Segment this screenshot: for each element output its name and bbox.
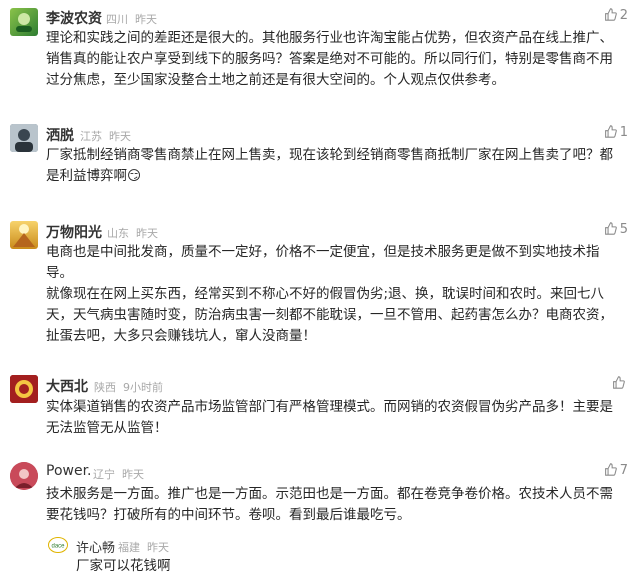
location: 四川	[106, 13, 128, 26]
like-count: 5	[619, 222, 628, 237]
thumbs-up-icon	[613, 376, 625, 389]
comment-meta: 辽宁 昨天	[93, 466, 144, 482]
thumbs-up-icon	[604, 222, 617, 235]
text-line: 是利益博弈啊😏	[46, 168, 142, 184]
text-line: 销售真的能让农户享受到线下的服务吗？答案是绝对不可能的。所以同行们，特别是零售商…	[46, 51, 613, 67]
avatar[interactable]	[10, 375, 38, 403]
text-line: 导。	[46, 265, 73, 281]
text-line: 厂家可以花钱啊	[76, 558, 171, 574]
timestamp: 昨天	[136, 227, 158, 240]
like-button[interactable]: 5	[604, 222, 628, 237]
text-line: 天，天气病虫害随时变，防治病虫害一刻都不能耽误，一旦不管用、起药害怎么办？电商农…	[46, 307, 613, 323]
username[interactable]: 李波农资	[46, 8, 102, 28]
avatar[interactable]	[10, 124, 38, 152]
text-line: 厂家抵制经销商零售商禁止在网上售卖，现在该轮到经销商零售商抵制厂家在网上售卖了吧…	[46, 147, 613, 163]
timestamp: 昨天	[109, 130, 131, 143]
text-line: 就像现在在网上买东西，经常买到不称心不好的假冒伪劣;退、换，耽误时间和农时。来回…	[46, 286, 605, 302]
username[interactable]: 万物阳光	[46, 222, 102, 242]
comment-text: 厂家抵制经销商零售商禁止在网上售卖，现在该轮到经销商零售商抵制厂家在网上售卖了吧…	[46, 145, 624, 187]
reply-meta: 福建 昨天	[118, 539, 169, 555]
location: 福建	[118, 541, 140, 554]
avatar[interactable]	[10, 8, 38, 36]
text-line: 过分焦虑，至少国家没整合土地之前还是有很大空间的。个人观点仅供参考。	[46, 72, 505, 88]
comment-text: 理论和实践之间的差距还是很大的。其他服务行业也许淘宝能占优势，但农资产品在线上推…	[46, 28, 624, 91]
text-line: 理论和实践之间的差距还是很大的。其他服务行业也许淘宝能占优势，但农资产品在线上推…	[46, 30, 613, 46]
like-count: 7	[619, 463, 628, 478]
text-line: 扯蛋去吧，大多只会赚钱坑人，窜人没商量！	[46, 328, 316, 344]
timestamp: 昨天	[147, 541, 169, 554]
reply-username[interactable]: 许心畅	[76, 537, 115, 556]
username[interactable]: 大西北	[46, 376, 88, 396]
location: 辽宁	[93, 468, 115, 481]
text-line: 无法监管无从监管！	[46, 420, 168, 436]
brand-logo-text: dace	[51, 544, 65, 550]
timestamp: 昨天	[122, 468, 144, 481]
timestamp: 9小时前	[123, 381, 163, 394]
thumbs-up-icon	[604, 8, 617, 21]
avatar[interactable]	[10, 462, 38, 490]
thumbs-up-icon	[604, 125, 617, 138]
comment-meta: 四川 昨天	[106, 11, 157, 27]
comment-text: 电商也是中间批发商，质量不一定好，价格不一定便宜，但是技术服务更是做不到实地技术…	[46, 242, 624, 347]
location: 陕西	[94, 381, 116, 394]
comment-meta: 江苏 昨天	[80, 128, 131, 144]
location: 山东	[107, 227, 129, 240]
thumbs-up-icon	[604, 463, 617, 476]
like-button[interactable]	[612, 376, 628, 391]
reply-text: 厂家可以花钱啊	[76, 556, 616, 577]
like-count: 2	[619, 8, 628, 23]
comment-meta: 陕西 9小时前	[94, 379, 163, 395]
text-line: 技术服务是一方面。推广也是一方面。示范田也是一方面。都在卷竞争卷价格。农技术人员…	[46, 486, 613, 502]
reply-avatar[interactable]: dace	[48, 537, 68, 553]
username[interactable]: Power.	[46, 463, 92, 479]
timestamp: 昨天	[135, 13, 157, 26]
location: 江苏	[80, 130, 102, 143]
avatar[interactable]	[10, 221, 38, 249]
like-button[interactable]: 2	[604, 8, 628, 23]
comment-text: 实体渠道销售的农资产品市场监管部门有严格管理模式。而网销的农资假冒伪劣产品多！主…	[46, 397, 624, 439]
text-line: 电商也是中间批发商，质量不一定好，价格不一定便宜，但是技术服务更是做不到实地技术…	[46, 244, 600, 260]
like-button[interactable]: 1	[604, 125, 628, 140]
text-line: 要花钱吗？打破所有的中间环节。卷呗。看到最后谁最吃亏。	[46, 507, 411, 523]
comment-text: 技术服务是一方面。推广也是一方面。示范田也是一方面。都在卷竞争卷价格。农技术人员…	[46, 484, 624, 526]
like-count: 1	[619, 125, 628, 140]
like-button[interactable]: 7	[604, 463, 628, 478]
comment-meta: 山东 昨天	[107, 225, 158, 241]
username[interactable]: 洒脱	[46, 125, 74, 145]
text-line: 实体渠道销售的农资产品市场监管部门有严格管理模式。而网销的农资假冒伪劣产品多！主…	[46, 399, 613, 415]
